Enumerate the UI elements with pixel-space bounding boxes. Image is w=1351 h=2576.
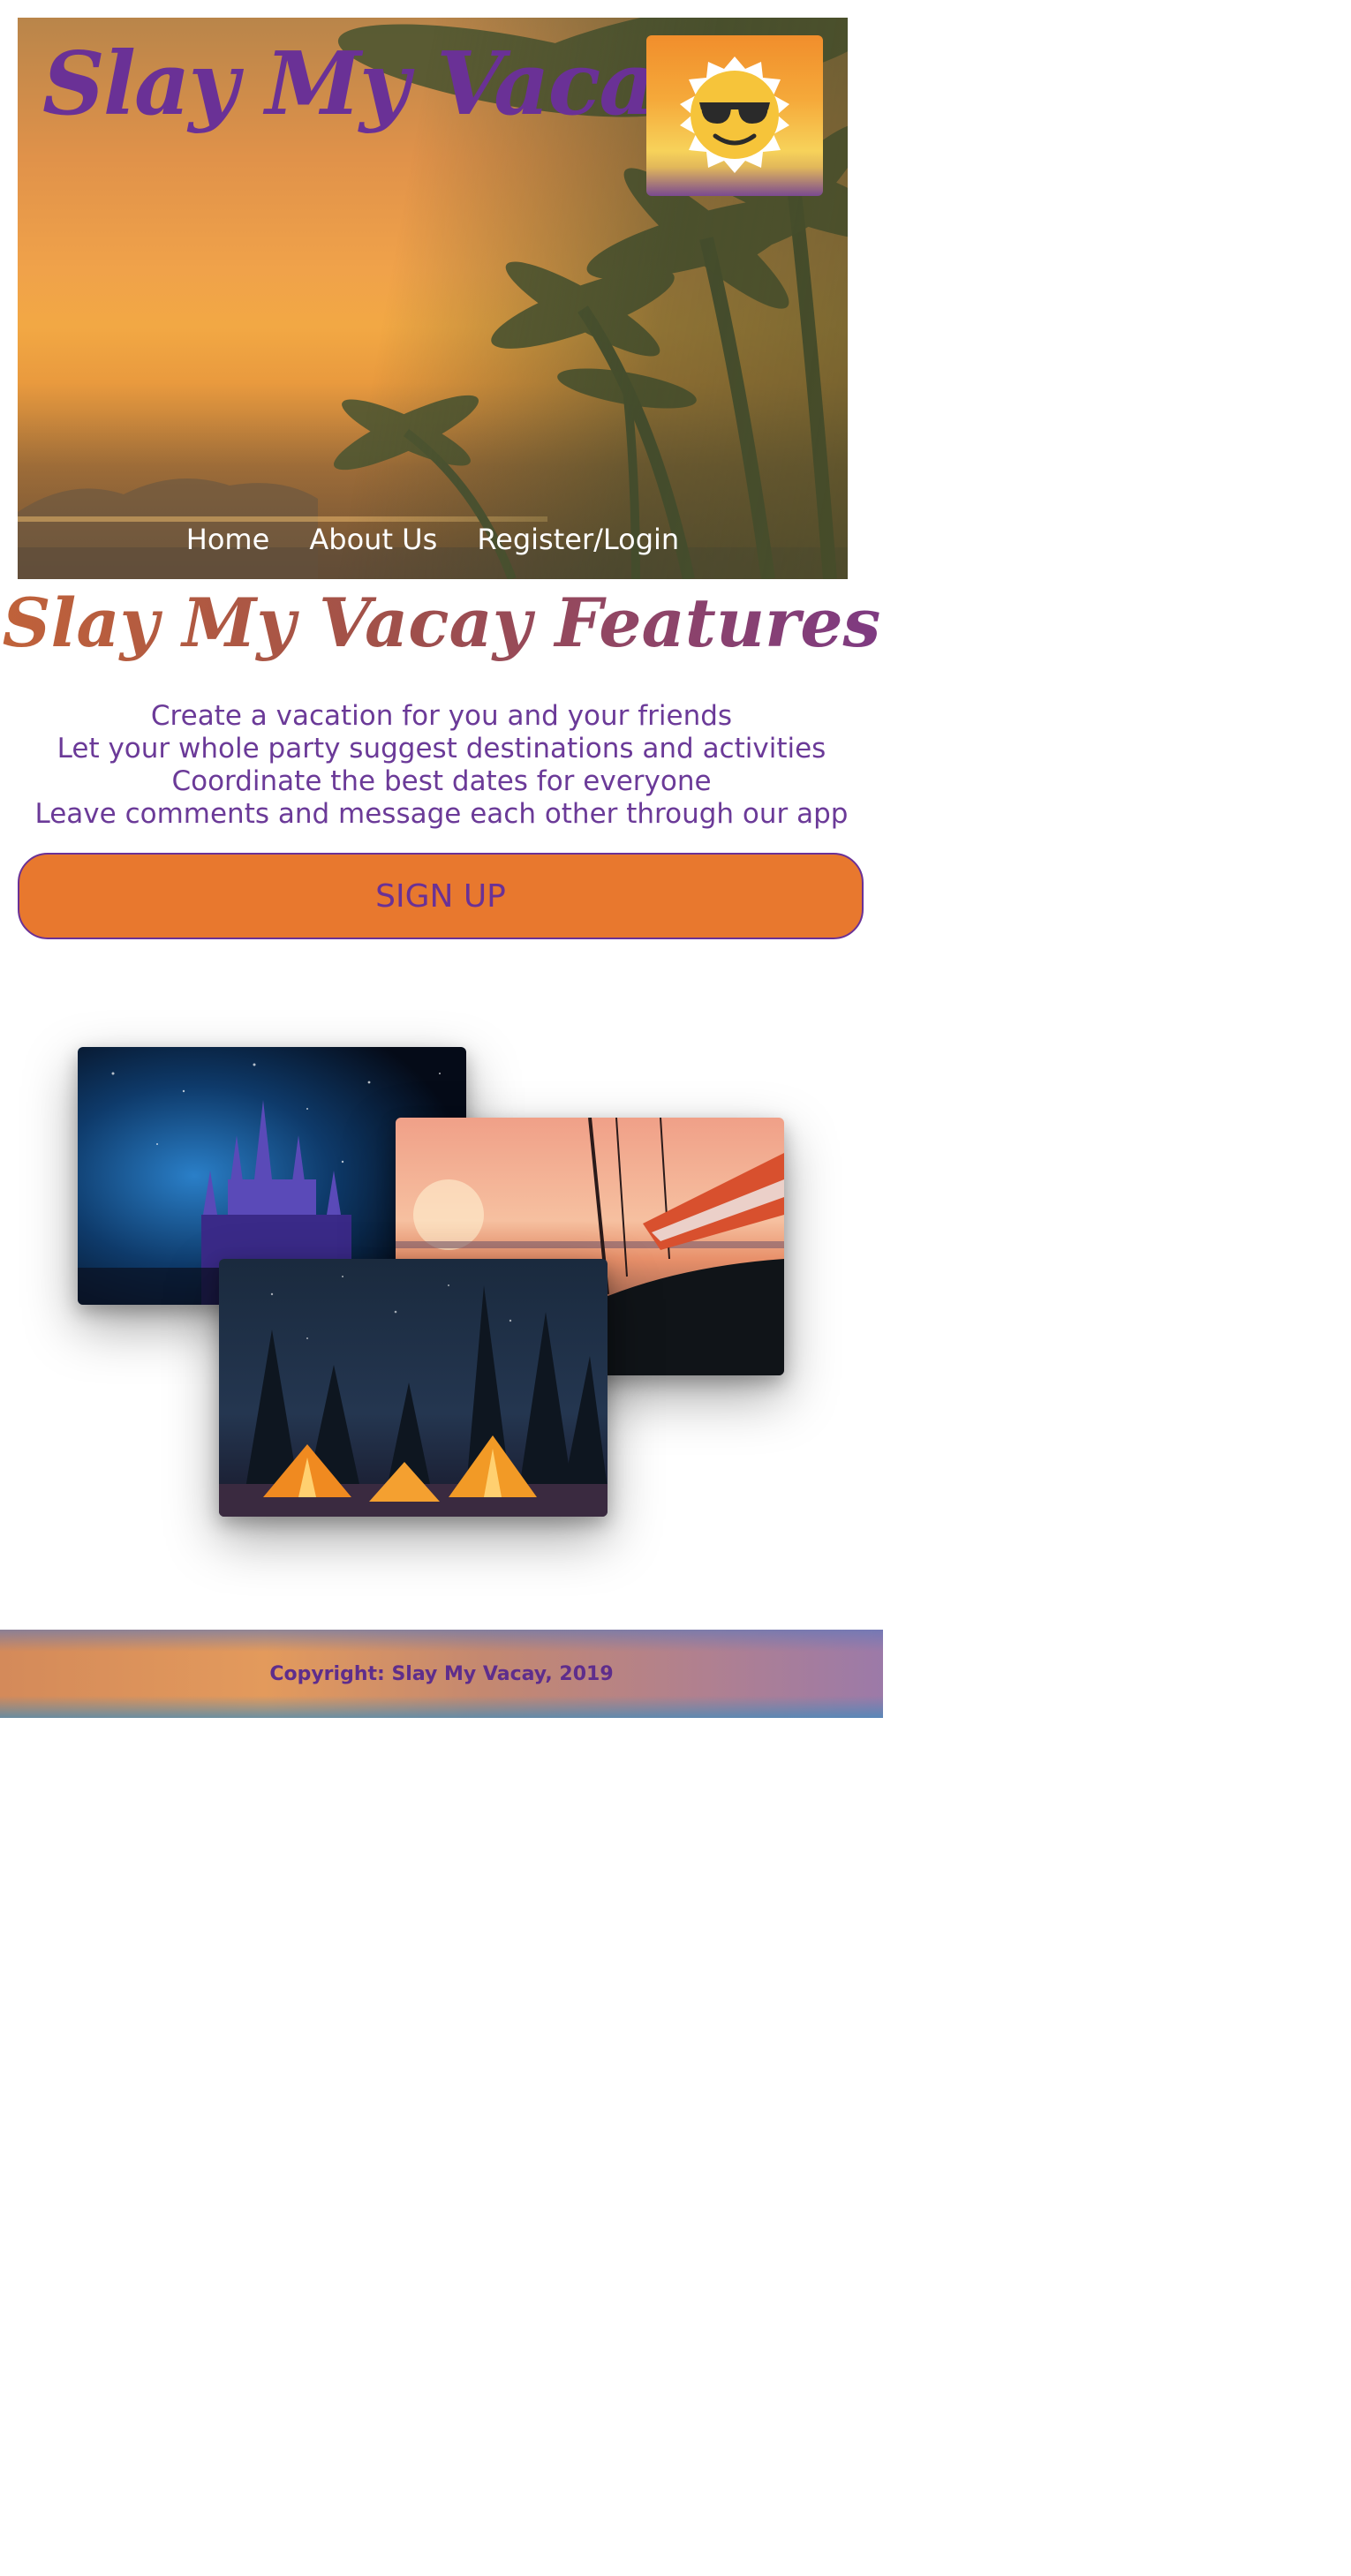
signup-button[interactable]: SIGN UP (18, 853, 864, 939)
footer: Copyright: Slay My Vacay, 2019 (0, 1630, 883, 1718)
nav-home[interactable]: Home (186, 523, 270, 556)
tents-night-forest-photo (219, 1259, 608, 1517)
main-nav: Home About Us Register/Login (18, 523, 848, 556)
copyright-text: Copyright: Slay My Vacay, 2019 (269, 1662, 614, 1685)
features-title: Slay My Vacay Features (0, 583, 883, 663)
site-title[interactable]: Slay My Vacay (42, 37, 704, 132)
feature-item: Coordinate the best dates for everyone (171, 765, 712, 797)
sun-with-sunglasses-icon (680, 56, 789, 173)
nav-register-login[interactable]: Register/Login (477, 523, 679, 556)
logo-box[interactable] (646, 35, 823, 196)
features-list: Create a vacation for you and your frien… (0, 700, 883, 831)
feature-item: Let your whole party suggest destination… (57, 733, 826, 765)
feature-item: Create a vacation for you and your frien… (150, 700, 733, 732)
nav-about-us[interactable]: About Us (309, 523, 437, 556)
feature-item: Leave comments and message each other th… (34, 798, 849, 830)
hero-banner: Slay My Vacay Home About Us Register/Log… (18, 18, 848, 579)
